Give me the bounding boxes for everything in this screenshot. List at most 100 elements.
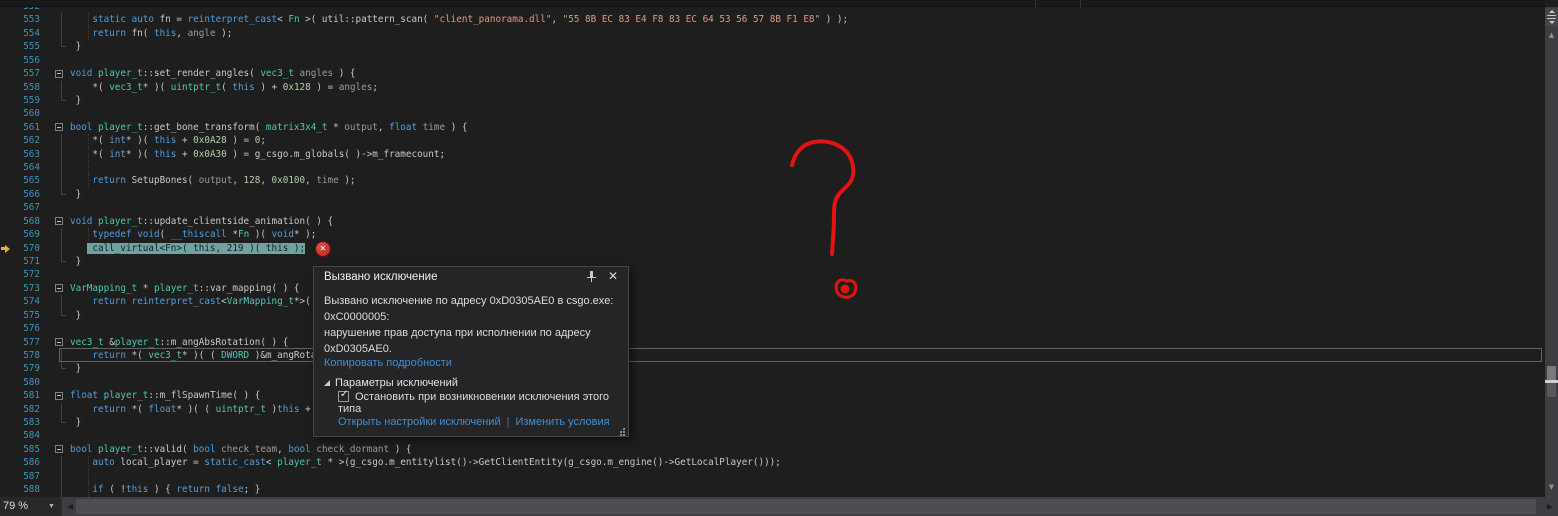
code-token: return [92,27,126,39]
code-token: 0x0100 [271,175,306,187]
break-on-exception-checkbox[interactable]: ✓ [338,389,349,402]
code-text: } [70,416,82,429]
code-line[interactable]: 568 void player_t::update_clientside_anim… [0,215,1545,228]
code-line[interactable]: 571 } [0,254,1545,268]
scroll-down-arrow[interactable]: ▼ [1545,481,1558,493]
code-line[interactable]: 578 return *( vec3_t* )( ( DWORD )&m_ang… [0,347,1545,363]
code-line[interactable]: 560 [0,107,1545,120]
line-number: 578 [23,349,40,361]
code-token: this [232,81,255,93]
indent-guide [88,469,89,484]
fold-collapse-icon[interactable] [55,445,63,454]
code-line[interactable]: 579 } [0,362,1545,375]
code-token: ) [265,403,278,415]
exception-error-icon[interactable]: ✕ [316,242,330,256]
code-line[interactable]: 565 return SetupBones( output, 128, 0x01… [0,174,1545,188]
code-line[interactable]: 585 bool player_t::valid( bool check_team… [0,443,1545,456]
code-token: 128 [243,175,261,187]
code-token: ) { [148,484,177,496]
outline-guide [61,26,62,41]
outline-guide [61,456,62,470]
code-token: ::update_clientside_animation( ) { [142,215,334,227]
zoom-level-selector[interactable]: 79 % ▼ [0,497,60,516]
line-number: 572 [23,269,40,281]
code-token: this [153,148,177,160]
scrollbar-thumb[interactable] [1547,383,1556,397]
pin-icon[interactable] [587,271,596,283]
exception-settings-expander[interactable]: Параметры исключений [324,377,458,389]
code-line[interactable]: 567 [0,201,1545,214]
code-line[interactable]: 563 *( int* )( this + 0x0A30 ) = g_csgo.… [0,147,1545,162]
code-token: *( [125,403,149,415]
code-line[interactable]: 576 [0,322,1545,335]
scrollbar-thumb[interactable] [1547,366,1556,380]
code-token: * [137,282,154,294]
code-line[interactable]: 586 auto local_player = static_cast< pla… [0,456,1545,470]
line-number: 573 [23,282,40,294]
line-number: 582 [23,403,40,415]
copy-details-link[interactable]: Копировать подробности [324,357,452,369]
edit-conditions-link[interactable]: Изменить условия [515,416,609,428]
code-line[interactable]: 575 } [0,308,1545,322]
code-line[interactable]: 583 } [0,416,1545,429]
fold-collapse-icon[interactable] [55,217,63,226]
code-line[interactable]: 561 bool player_t::get_bone_transform( ma… [0,121,1545,134]
code-text: call_virtual<Fn>( this, 219 )( this ); [70,242,306,255]
popup-titlebar[interactable]: Вызвано исключение ✕ [314,267,628,287]
line-number: 553 [23,14,40,26]
code-line[interactable]: 559 } [0,93,1545,107]
code-line[interactable]: 553 static auto fn = reinterpret_cast< F… [0,13,1545,27]
fold-collapse-icon[interactable] [55,123,63,132]
code-line[interactable]: 581 float player_t::m_flSpawnTime( ) { [0,389,1545,402]
code-token: , [277,443,289,455]
code-line[interactable]: 584 [0,429,1545,442]
code-token: void [70,215,93,227]
fold-collapse-icon[interactable] [55,284,63,293]
code-line[interactable]: 580 [0,376,1545,389]
close-icon[interactable]: ✕ [608,269,618,283]
code-token: DWORD [221,349,250,361]
code-line[interactable]: 555 } [0,40,1545,53]
horizontal-scrollbar[interactable]: ◀ ▶ [62,497,1558,516]
code-editor[interactable]: 552553 static auto fn = reinterpret_cast… [0,0,1545,497]
code-line[interactable]: 562 *( int* )( this + 0x0A28 ) = 0; [0,134,1545,148]
code-line[interactable]: 577 vec3_t &player_t::m_angAbsRotation( )… [0,336,1545,349]
fold-collapse-icon[interactable] [55,391,63,400]
code-token: )( [249,229,272,241]
code-token: float [70,390,98,402]
code-line[interactable]: 564 [0,161,1545,175]
horizontal-scrollbar-thumb[interactable] [76,499,1536,514]
code-line[interactable]: 566 } [0,187,1545,201]
open-exception-settings-link[interactable]: Открыть настройки исключений [338,416,501,428]
code-token: * )( [125,135,154,147]
code-line[interactable]: 574 return reinterpret_cast<VarMapping_t… [0,295,1545,309]
editor-split-handle[interactable] [1545,8,1558,26]
code-line[interactable]: 554 return fn( this, angle ); [0,26,1545,41]
line-number: 584 [23,430,40,442]
code-token: , [305,175,317,187]
code-token: , [176,27,188,39]
code-line[interactable]: 570 call_virtual<Fn>( this, 219 )( this … [0,241,1545,255]
resize-grip[interactable] [617,425,625,433]
code-token: false [215,484,244,496]
code-line[interactable]: 569 typedef void( __thiscall *Fn )( void… [0,228,1545,242]
code-line[interactable]: 587 [0,469,1545,484]
popup-title: Вызвано исключение [324,271,438,283]
scroll-left-arrow[interactable]: ◀ [64,497,76,516]
code-line[interactable]: 573 VarMapping_t * player_t::var_mapping(… [0,282,1545,295]
code-token: } [70,94,82,106]
code-line[interactable]: 556 [0,54,1545,67]
fold-collapse-icon[interactable] [55,338,63,346]
code-line[interactable]: 558 *( vec3_t* )( uintptr_t( this ) + 0x… [0,80,1545,94]
code-line[interactable]: 557 void player_t::set_render_angles( vec… [0,67,1545,80]
code-line[interactable]: 582 return *( float* )( ( uintptr_t )thi… [0,402,1545,416]
scroll-right-arrow[interactable]: ▶ [1544,497,1556,516]
vertical-scrollbar[interactable]: ▲ ▼ [1545,7,1558,497]
code-line[interactable]: 572 [0,268,1545,281]
code-token: } [70,41,82,53]
code-line[interactable]: 588 if ( !this ) { return false; } [0,483,1545,497]
scroll-up-arrow[interactable]: ▲ [1545,29,1558,41]
code-text: return *( float* )( ( uintptr_t )this + [70,403,310,416]
fold-collapse-icon[interactable] [55,69,63,78]
